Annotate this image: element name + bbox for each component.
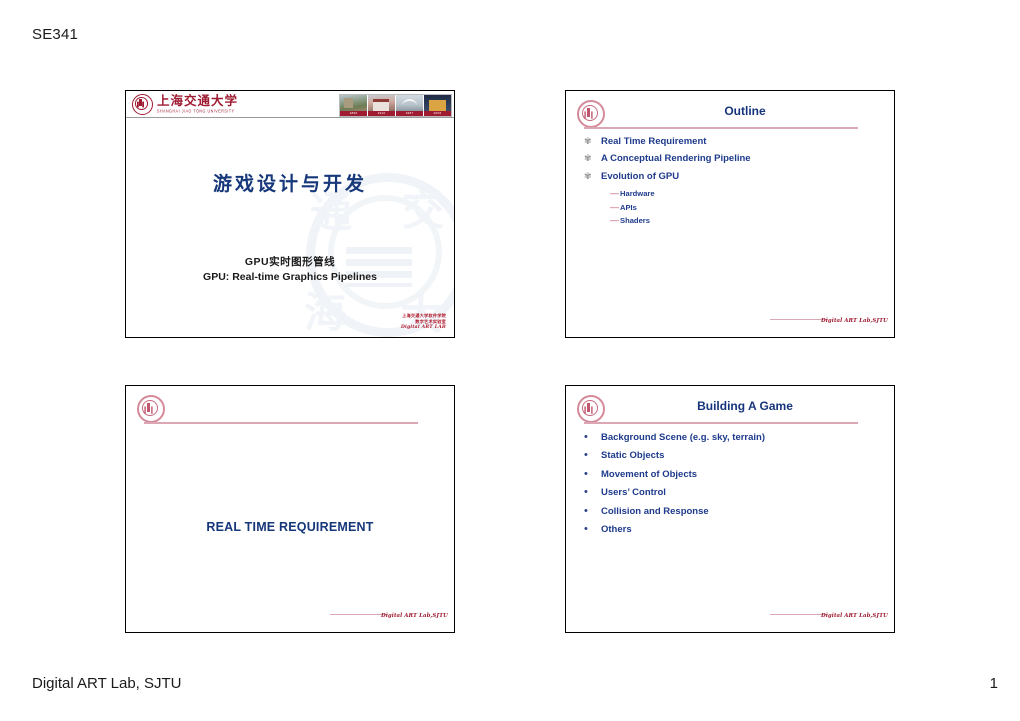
- list-item: • Collision and Response: [584, 504, 882, 518]
- list-item-label: Evolution of GPU: [601, 170, 680, 182]
- list-item: • Users’ Control: [584, 487, 882, 499]
- header-divider: [584, 127, 858, 129]
- campus-photo-year-4: 2006: [424, 111, 451, 116]
- dot-bullet-icon: •: [584, 449, 588, 462]
- slide-footer-label: Digital ART Lab,SJTU: [821, 613, 888, 619]
- university-name-en: SHANGHAI JIAO TONG UNIVERSITY: [157, 108, 235, 114]
- footer-divider: [330, 613, 388, 615]
- slide-header: Outline: [566, 91, 894, 133]
- slide-thumbnail-title[interactable]: 上海交通大学 SHANGHAI JIAO TONG UNIVERSITY 189…: [125, 90, 455, 338]
- bullet-list: ✾ Real Time Requirement ✾ A Conceptual R…: [584, 136, 882, 230]
- list-item: • Background Scene (e.g. sky, terrain): [584, 432, 882, 444]
- slide-footer-label: Digital ART Lab,SJTU: [381, 613, 448, 619]
- sub-list-item-label: Shaders: [620, 216, 650, 226]
- title-slide-credit: 上海交通大学软件学院 数字艺术实验室 Digital ART LAB: [401, 313, 446, 332]
- page-number: 1: [989, 675, 998, 692]
- list-item-label: Others: [601, 524, 632, 536]
- list-item-label: Movement of Objects: [601, 468, 698, 480]
- list-item-label: Users’ Control: [601, 487, 666, 499]
- slide-thumbnail-outline[interactable]: Outline ✾ Real Time Requirement ✾ A Conc…: [565, 90, 895, 338]
- list-item-label: Collision and Response: [601, 505, 709, 517]
- flower-bullet-icon: ✾: [584, 170, 592, 181]
- list-item-label: Real Time Requirement: [601, 136, 707, 147]
- sub-list-item-label: Hardware: [620, 189, 655, 199]
- flower-bullet-icon: ✾: [584, 153, 592, 164]
- footer-divider: [770, 318, 828, 320]
- slide-title: Outline: [724, 104, 766, 118]
- slide-thumbnail-building-a-game[interactable]: Building A Game • Background Scene (e.g.…: [565, 385, 895, 633]
- slide-header: [126, 386, 454, 428]
- dot-bullet-icon: •: [584, 431, 588, 443]
- dot-bullet-icon: •: [584, 467, 588, 480]
- dot-bullet-icon: •: [584, 504, 588, 517]
- dot-bullet-icon: •: [584, 523, 588, 536]
- university-name-cn: 上海交通大学: [157, 93, 239, 109]
- dash-bullet-icon: —: [610, 201, 619, 212]
- list-item: ✾ A Conceptual Rendering Pipeline: [584, 153, 882, 165]
- list-item-label: A Conceptual Rendering Pipeline: [601, 153, 751, 165]
- campus-photo-2: 1920: [368, 95, 396, 116]
- sjtu-seal-icon: [132, 94, 153, 115]
- sjtu-banner: 上海交通大学 SHANGHAI JIAO TONG UNIVERSITY 189…: [126, 91, 454, 118]
- bullet-list: • Background Scene (e.g. sky, terrain) •…: [584, 432, 882, 543]
- slide-thumbnail-section[interactable]: REAL TIME REQUIREMENT Digital ART Lab,SJ…: [125, 385, 455, 633]
- slide-title: Building A Game: [697, 399, 793, 413]
- campus-photo-4: 2006: [424, 95, 451, 116]
- sub-list-item: — Shaders: [610, 215, 882, 226]
- flower-bullet-icon: ✾: [584, 136, 592, 146]
- footer-divider: [770, 613, 828, 615]
- campus-photo-1: 1896: [340, 95, 368, 116]
- campus-photo-year-1: 1896: [340, 111, 367, 116]
- dash-bullet-icon: —: [610, 188, 619, 199]
- list-item-label: Background Scene (e.g. sky, terrain): [601, 432, 766, 443]
- campus-photo-strip: 1896 1920 1987 2006: [339, 94, 452, 117]
- campus-photo-3: 1987: [396, 95, 424, 116]
- dot-bullet-icon: •: [584, 486, 588, 499]
- dash-bullet-icon: —: [610, 215, 619, 226]
- header-divider: [584, 422, 858, 424]
- sjtu-wordmark: 上海交通大学 SHANGHAI JIAO TONG UNIVERSITY: [132, 94, 238, 115]
- page-footer-label: Digital ART Lab, SJTU: [32, 675, 182, 692]
- list-item: • Others: [584, 524, 882, 536]
- campus-photo-year-2: 1920: [368, 111, 395, 116]
- sub-list-item: — Hardware: [610, 188, 882, 199]
- sub-list-item-label: APIs: [620, 202, 637, 212]
- list-item: ✾ Evolution of GPU: [584, 170, 882, 183]
- campus-photo-year-3: 1987: [396, 111, 423, 116]
- sjtu-seal-icon: [577, 395, 605, 423]
- section-heading: REAL TIME REQUIREMENT: [206, 520, 374, 534]
- page-header-label: SE341: [32, 26, 79, 43]
- sjtu-seal-icon: [577, 100, 605, 128]
- slide-subtitle-en: GPU: Real-time Graphics Pipelines: [203, 271, 377, 283]
- credit-line-3: Digital ART LAB: [400, 325, 446, 331]
- header-divider: [144, 422, 418, 424]
- list-item: • Static Objects: [584, 450, 882, 462]
- list-item: • Movement of Objects: [584, 467, 882, 481]
- slide-title-cn: 游戏设计与开发: [212, 173, 367, 195]
- list-item-label: Static Objects: [601, 450, 665, 462]
- slide-footer-label: Digital ART Lab,SJTU: [821, 318, 888, 324]
- slide-header: Building A Game: [566, 386, 894, 428]
- sjtu-seal-icon: [137, 395, 165, 423]
- slide-subtitle-cn: GPU实时图形管线: [244, 256, 336, 268]
- sub-list-item: — APIs: [610, 201, 882, 212]
- list-item: ✾ Real Time Requirement: [584, 136, 882, 148]
